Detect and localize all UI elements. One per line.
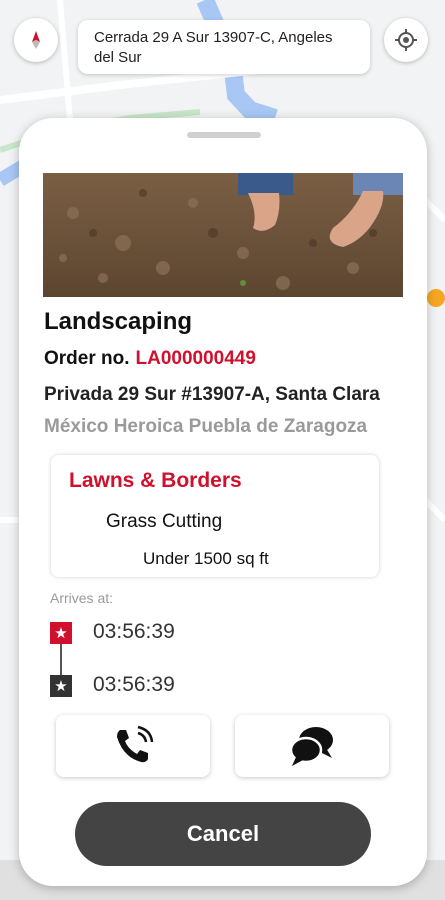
my-location-button[interactable] (384, 18, 428, 62)
crosshair-icon (395, 29, 417, 51)
compass-icon (32, 31, 40, 49)
map-address-label: Cerrada 29 A Sur 13907-C, Angeles del Su… (78, 20, 370, 74)
chat-icon (289, 727, 333, 766)
drag-handle[interactable] (187, 132, 261, 138)
service-name: Grass Cutting (106, 511, 223, 532)
service-category: Lawns & Borders (69, 469, 242, 492)
service-photo (43, 173, 403, 297)
address-line-2: México Heroica Puebla de Zaragoza (44, 416, 368, 437)
arrival-time-end: 03:56:39 (93, 673, 175, 696)
service-title: Landscaping (44, 308, 193, 335)
start-star-icon: ★ (50, 622, 72, 644)
arrival-time-start: 03:56:39 (93, 620, 175, 643)
phone-icon (117, 725, 154, 763)
service-details-card: Lawns & Borders Grass Cutting Under 1500… (51, 455, 379, 577)
end-star-icon: ★ (50, 675, 72, 697)
order-label: Order no. (44, 348, 130, 369)
chat-button[interactable] (235, 715, 389, 777)
address-line-1: Privada 29 Sur #13907-A, Santa Clara (44, 384, 380, 405)
arrives-at-label: Arrives at: (50, 590, 114, 606)
call-button[interactable] (56, 715, 210, 777)
service-size: Under 1500 sq ft (143, 549, 269, 568)
timeline-connector (60, 644, 62, 675)
order-number: LA000000449 (135, 348, 256, 369)
order-number-row: Order no. LA000000449 (44, 348, 256, 370)
cancel-button[interactable]: Cancel (75, 802, 371, 866)
compass-button[interactable] (14, 18, 58, 62)
order-details-sheet: Landscaping Order no. LA000000449 Privada… (19, 118, 427, 886)
